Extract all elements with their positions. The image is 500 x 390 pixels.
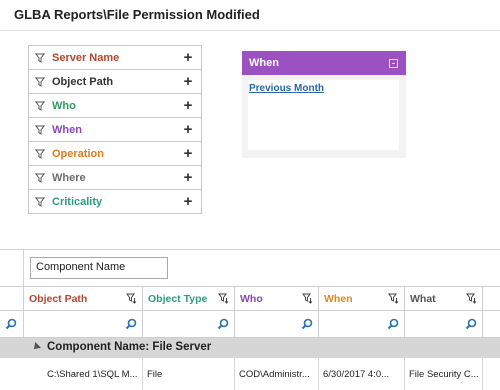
when-panel-header: When <box>242 51 406 75</box>
filter-label: Where <box>52 171 86 184</box>
column-filter-cell[interactable] <box>235 311 319 337</box>
column-filter-icon[interactable] <box>466 293 478 307</box>
funnel-icon <box>35 101 49 111</box>
column-filter-cell[interactable] <box>143 311 235 337</box>
funnel-icon <box>35 53 49 63</box>
column-filter-cell[interactable] <box>405 311 483 337</box>
funnel-icon <box>35 125 49 135</box>
table-row[interactable]: C:\Shared 1\SQL M... File COD\Administr.… <box>0 358 500 390</box>
column-header-what[interactable]: What <box>405 287 483 311</box>
column-header-when[interactable]: When <box>319 287 405 311</box>
funnel-icon <box>35 197 49 207</box>
add-filter-button[interactable]: + <box>179 74 197 89</box>
add-filter-button[interactable]: + <box>179 50 197 65</box>
when-panel-body: Previous Month <box>248 80 399 150</box>
cell-when: 6/30/2017 4:0... <box>319 358 405 390</box>
add-filter-button[interactable]: + <box>179 98 197 113</box>
add-filter-button[interactable]: + <box>179 194 197 209</box>
filter-label: Server Name <box>52 51 120 64</box>
group-label: Component Name: File Server <box>47 341 212 353</box>
add-filter-button[interactable]: + <box>179 122 197 137</box>
filter-when[interactable]: When + <box>28 117 202 142</box>
filter-object-path[interactable]: Object Path + <box>28 69 202 94</box>
filter-operation[interactable]: Operation + <box>28 141 202 166</box>
cell-what: File Security C... <box>405 358 483 390</box>
search-icon[interactable] <box>301 318 313 333</box>
column-label: Object Path <box>29 293 88 305</box>
grid-header-row: Object Path Object Type Who When What <box>0 286 500 311</box>
filter-label: When <box>52 123 82 136</box>
row-indent <box>0 358 43 390</box>
row-search-cell[interactable] <box>0 311 24 337</box>
add-filter-button[interactable]: + <box>179 146 197 161</box>
filter-criticality[interactable]: Criticality + <box>28 189 202 214</box>
search-icon[interactable] <box>465 318 477 333</box>
filter-server-name[interactable]: Server Name + <box>28 45 202 70</box>
column-filter-icon[interactable] <box>388 293 400 307</box>
filter-label: Criticality <box>52 195 103 208</box>
column-header-who[interactable]: Who <box>235 287 319 311</box>
search-icon[interactable] <box>125 318 137 333</box>
column-filter-icon[interactable] <box>218 293 230 307</box>
cell-object-type: File <box>143 358 235 390</box>
column-label: What <box>410 293 436 305</box>
search-icon[interactable] <box>5 318 17 333</box>
column-filter-cell[interactable] <box>319 311 405 337</box>
column-label: Object Type <box>148 293 208 305</box>
when-filter-panel: When Previous Month <box>242 51 406 158</box>
when-panel-title: When <box>249 57 279 69</box>
add-filter-button[interactable]: + <box>179 170 197 185</box>
filter-label: Operation <box>52 147 104 160</box>
column-label: Who <box>240 293 263 305</box>
column-filter-icon[interactable] <box>302 293 314 307</box>
column-filter-icon[interactable] <box>126 293 138 307</box>
funnel-icon <box>35 149 49 159</box>
header-spacer <box>0 287 24 311</box>
column-filter-cell[interactable] <box>24 311 143 337</box>
filter-who[interactable]: Who + <box>28 93 202 118</box>
group-header-row[interactable]: Component Name: File Server <box>0 338 500 358</box>
group-by-chip[interactable]: Component Name <box>30 257 168 279</box>
funnel-icon <box>35 77 49 87</box>
search-icon[interactable] <box>387 318 399 333</box>
filter-where[interactable]: Where + <box>28 165 202 190</box>
funnel-icon <box>35 173 49 183</box>
filter-label: Who <box>52 99 76 112</box>
expand-triangle-icon[interactable] <box>31 342 41 352</box>
cell-who: COD\Administr... <box>235 358 319 390</box>
column-header-object-type[interactable]: Object Type <box>143 287 235 311</box>
previous-month-link[interactable]: Previous Month <box>249 83 324 94</box>
search-icon[interactable] <box>217 318 229 333</box>
column-label: When <box>324 293 353 305</box>
page-title: GLBA Reports\File Permission Modified <box>14 7 260 22</box>
filter-label: Object Path <box>52 75 114 88</box>
column-header-object-path[interactable]: Object Path <box>24 287 143 311</box>
grid-filter-row <box>0 311 500 338</box>
cell-object-path: C:\Shared 1\SQL M... <box>43 358 143 390</box>
group-by-panel: Component Name <box>24 250 500 286</box>
title-divider <box>0 30 500 31</box>
filter-list: Server Name + Object Path + Who + When +… <box>28 45 202 214</box>
collapse-icon[interactable] <box>389 58 398 68</box>
